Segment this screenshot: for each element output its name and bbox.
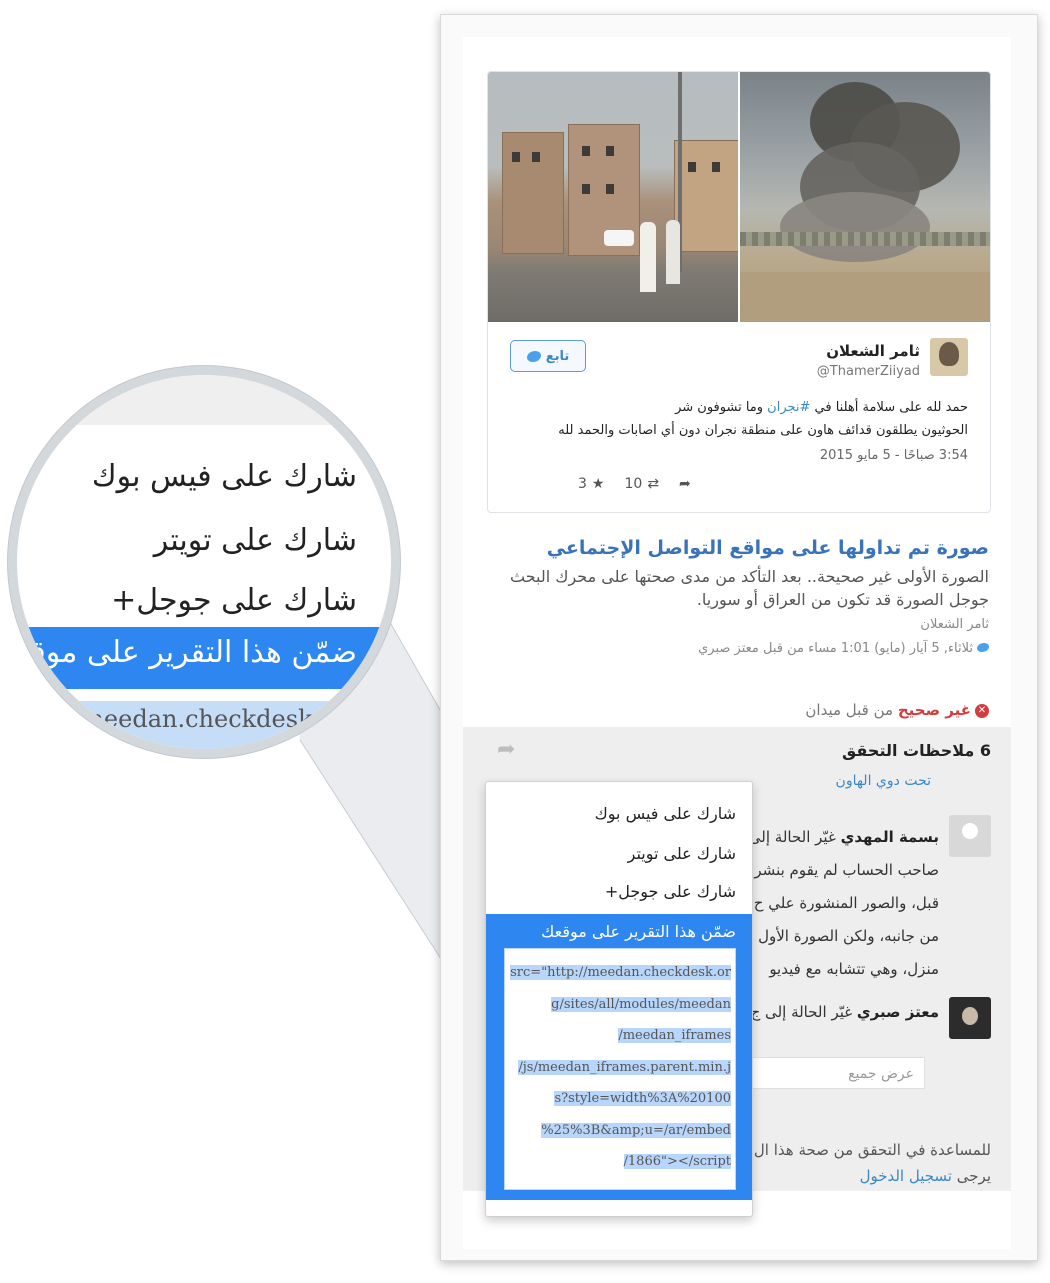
magnified-embed-label: ضمّن هذا التقرير على موقعك <box>8 635 357 670</box>
help-text: للمساعدة في التحقق من صحة هذا ال يرجى تس… <box>753 1141 991 1185</box>
tweet-photo-explosion[interactable] <box>740 72 990 322</box>
author-handle[interactable]: @ThamerZiiyad <box>817 364 920 379</box>
author-name[interactable]: ثامر الشعلان <box>826 342 920 360</box>
report-panel: ثامر الشعلان @ThamerZiiyad تابع حمد لله … <box>463 37 1011 1249</box>
star-icon: ★ <box>591 476 605 492</box>
login-link[interactable]: تسجيل الدخول <box>860 1167 952 1185</box>
magnified-share-twitter: شارك على تويتر <box>153 523 357 558</box>
share-dropdown-menu: شارك على فيس بوك شارك على تويتر شارك على… <box>485 781 753 1217</box>
retweet-icon: ⇄ <box>647 476 660 492</box>
tweet-photo-buildings[interactable] <box>488 72 738 322</box>
user-avatar[interactable] <box>949 997 991 1039</box>
magnified-share-google: شارك على جوجل+ <box>111 583 357 618</box>
menu-embed-item[interactable]: ضمّن هذا التقرير على موقعك src="http://m… <box>486 914 752 1200</box>
status-label: غير صحيح <box>897 701 971 719</box>
embed-label: ضمّن هذا التقرير على موقعك <box>541 922 736 941</box>
twitter-bird-icon <box>526 350 541 362</box>
twitter-bird-icon <box>977 643 989 652</box>
menu-share-twitter[interactable]: شارك على تويتر <box>628 844 736 863</box>
verification-status: ✕غير صحيح من قبل ميدان <box>805 701 989 719</box>
menu-share-google[interactable]: شارك على جوجل+ <box>605 882 736 901</box>
reply-action[interactable]: ➦ <box>679 476 691 492</box>
tweet-date[interactable]: 3:54 صباحًا - 5 مايو 2015 <box>820 448 968 463</box>
note-author: معتز صبري <box>856 1003 939 1021</box>
report-author: ثامر الشعلان <box>920 617 989 632</box>
notes-title: 6 ملاحظات التحقق <box>841 741 991 760</box>
tweet-actions: 3 ★ 10 ⇄ ➦ <box>578 476 691 492</box>
note-author: بسمة المهدي <box>840 828 939 846</box>
report-meta: ثلاثاء, 5 آيار (مايو) 1:01 مساء من قبل م… <box>698 641 989 656</box>
user-avatar[interactable] <box>949 815 991 857</box>
share-arrow-icon[interactable]: ➦ <box>497 737 515 762</box>
report-description: الصورة الأولى غير صحيحة.. بعد التأكد من … <box>510 567 989 609</box>
error-circle-icon: ✕ <box>975 703 989 718</box>
magnifier-callout: شارك على فيس بوك شارك على تويتر شارك على… <box>8 366 400 758</box>
magnified-embed-item: ضمّن هذا التقرير على موقعك <box>17 627 391 689</box>
report-title[interactable]: صورة تم تداولها على مواقع التواصل الإجتم… <box>547 537 989 559</box>
follow-button[interactable]: تابع <box>510 340 586 372</box>
favorite-action[interactable]: 3 ★ <box>578 476 604 492</box>
hashtag-link[interactable]: #نجران <box>767 400 810 415</box>
author-avatar[interactable] <box>930 338 968 376</box>
notes-partial-link[interactable]: تحت دوي الهاون <box>836 773 931 789</box>
menu-share-facebook[interactable]: شارك على فيس بوك <box>595 804 736 823</box>
magnified-share-facebook: شارك على فيس بوك <box>91 459 357 494</box>
reply-arrow-icon: ➦ <box>679 476 691 492</box>
follow-label: تابع <box>545 348 570 364</box>
retweet-action[interactable]: 10 ⇄ <box>624 476 659 492</box>
show-all-button[interactable]: عرض جميع <box>725 1057 925 1089</box>
note-item: معتز صبري غيّر الحالة إلى ج <box>750 1003 939 1021</box>
tweet-embed: ثامر الشعلان @ThamerZiiyad تابع حمد لله … <box>487 71 991 513</box>
note-item: بسمة المهدي غيّر الحالة إلى صاحب الحساب … <box>748 828 939 978</box>
tweet-text: حمد لله على سلامة أهلنا في #نجران وما تش… <box>558 400 968 438</box>
embed-code-textarea[interactable]: src="http://meedan.checkdesk.or g/sites/… <box>504 948 736 1190</box>
magnified-code-snippet: //meedan.checkdesk <box>65 705 313 733</box>
screenshot-card: ثامر الشعلان @ThamerZiiyad تابع حمد لله … <box>440 14 1038 1261</box>
embed-code-text: src="http://meedan.checkdesk.or g/sites/… <box>510 965 731 1169</box>
